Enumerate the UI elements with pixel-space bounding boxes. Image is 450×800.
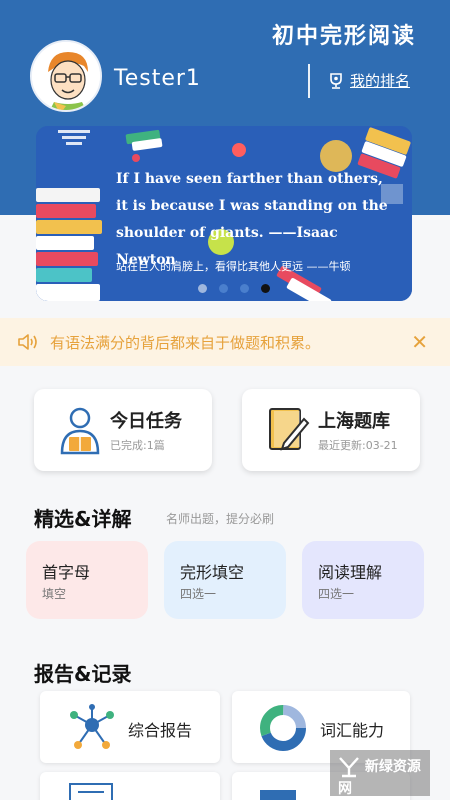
watermark-logo-icon [339,757,359,778]
carousel-dot[interactable] [198,284,207,293]
carousel-dot-active[interactable] [261,284,270,293]
category-title: 首字母 [42,563,91,582]
username: Tester1 [114,66,201,91]
avatar[interactable] [30,40,102,112]
document-edit-icon [269,408,310,451]
close-icon[interactable]: ✕ [411,330,428,354]
donut-chart-icon [260,705,306,751]
notice-text: 有语法满分的背后都来自于做题和积累。 [50,333,321,352]
shanghai-bank-card[interactable]: 上海题库 最近更新:03-21 [242,389,420,471]
my-ranking-label: 我的排名 [350,72,411,90]
reading-person-icon [60,407,100,455]
banner-carousel[interactable]: If I have seen farther than others, it i… [36,126,412,301]
app-title: 初中完形阅读 [271,24,416,49]
featured-section-subtitle: 名师出题，提分必刷 [166,512,275,526]
report-label: 词汇能力 [320,721,385,740]
category-subtitle: 四选一 [318,587,355,601]
featured-section-title: 精选&详解 [34,507,132,531]
category-subtitle: 填空 [42,587,67,601]
shanghai-bank-title: 上海题库 [318,411,390,432]
category-first-letter[interactable]: 首字母 填空 [26,541,148,619]
speaker-icon [18,334,37,350]
watermark: 新绿资源网 [330,750,430,797]
report-label: 综合报告 [128,721,193,740]
category-title: 完形填空 [180,563,245,582]
today-task-card[interactable]: 今日任务 已完成:1篇 [34,389,212,471]
network-icon [70,704,114,749]
book-icon [260,790,296,800]
category-reading[interactable]: 阅读理解 四选一 [302,541,424,619]
divider [308,64,310,98]
report-card-partial[interactable] [40,772,220,800]
my-ranking-link[interactable]: 我的排名 [328,70,410,91]
today-task-title: 今日任务 [110,411,182,432]
carousel-dot[interactable] [240,284,249,293]
category-cloze[interactable]: 完形填空 四选一 [164,541,286,619]
trophy-icon [330,72,342,89]
notice-bar: 有语法满分的背后都来自于做题和积累。 ✕ [0,318,450,366]
carousel-dots [198,284,270,293]
reports-section-title: 报告&记录 [34,662,132,686]
today-task-subtitle: 已完成:1篇 [110,439,165,452]
banner-quote-zh: 站在巨人的肩膀上，看得比其他人更远 ——牛顿 [116,260,351,273]
comprehensive-report-card[interactable]: 综合报告 [40,691,220,763]
category-subtitle: 四选一 [180,587,217,601]
carousel-dot[interactable] [219,284,228,293]
category-title: 阅读理解 [318,563,383,582]
shanghai-bank-subtitle: 最近更新:03-21 [318,439,398,452]
list-document-icon [69,783,113,800]
